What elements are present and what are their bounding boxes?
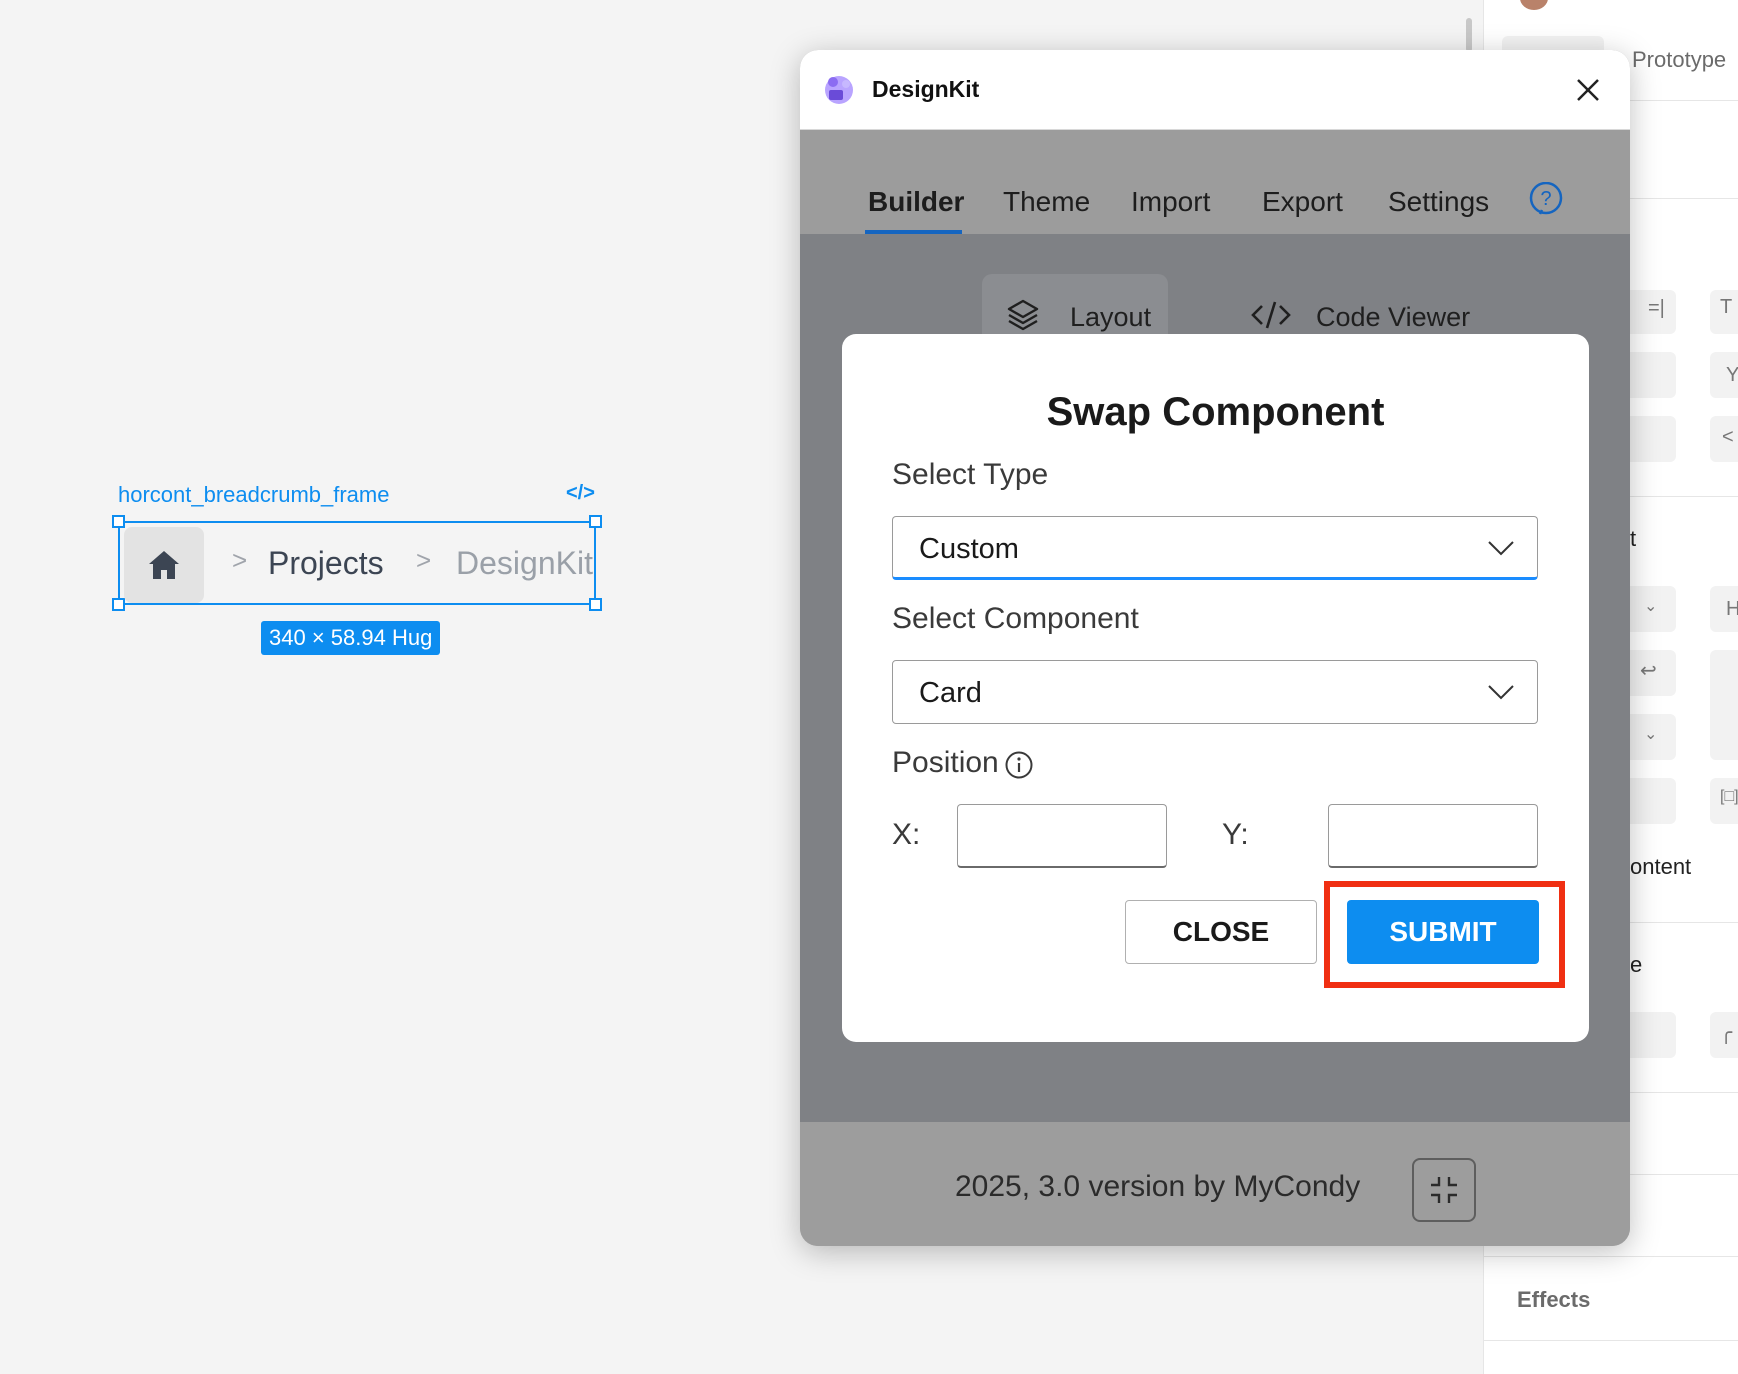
size-badge: 340 × 58.94 Hug — [261, 621, 441, 655]
gap-field[interactable] — [1710, 650, 1738, 760]
designkit-logo-icon — [825, 76, 853, 104]
wrap-icon: ↩ — [1640, 660, 1657, 682]
tab-import[interactable]: Import — [1131, 186, 1210, 218]
code-icon[interactable]: </> — [566, 482, 595, 505]
breadcrumb-item-projects[interactable]: Projects — [268, 545, 384, 582]
subtab-code-viewer-label[interactable]: Code Viewer — [1316, 302, 1470, 333]
select-type-label: Select Type — [892, 458, 1049, 491]
field-y-label: Y — [1726, 364, 1738, 386]
gap-chevron-icon: ⌄ — [1644, 726, 1658, 743]
close-button[interactable]: CLOSE — [1125, 900, 1317, 964]
tab-theme[interactable]: Theme — [1003, 186, 1090, 218]
tab-export[interactable]: Export — [1262, 186, 1343, 218]
select-type-dropdown[interactable]: Custom — [892, 516, 1538, 580]
avatar[interactable] — [1520, 0, 1548, 10]
height-label: H — [1726, 598, 1738, 620]
padding-icon: [□] — [1720, 788, 1738, 805]
breadcrumb-home[interactable] — [124, 527, 204, 603]
selection-label[interactable]: horcont_breadcrumb_frame — [118, 482, 389, 508]
close-icon[interactable] — [1570, 72, 1606, 108]
section-title-partial: t — [1630, 526, 1637, 551]
y-input[interactable] — [1328, 804, 1538, 868]
y-label: Y: — [1222, 818, 1249, 851]
x-label: X: — [892, 818, 921, 851]
align-top-icon: T — [1720, 296, 1733, 318]
select-type-value: Custom — [919, 533, 1019, 565]
plugin-title: DesignKit — [872, 76, 980, 102]
tab-builder[interactable]: Builder — [868, 186, 964, 218]
chevron-down-icon — [1488, 685, 1514, 700]
breadcrumb-frame[interactable]: > Projects > DesignKit — [112, 515, 602, 611]
plugin-tabbar: Builder Theme Import Export Settings ? — [800, 130, 1630, 234]
effects-section-title: Effects — [1517, 1287, 1591, 1312]
footer-version-text: 2025, 3.0 version by MyCondy — [955, 1170, 1361, 1203]
x-input[interactable] — [957, 804, 1167, 868]
tab-settings[interactable]: Settings — [1388, 186, 1489, 218]
submit-highlight-box — [1324, 881, 1565, 988]
rotation-icon: < — [1722, 426, 1734, 448]
resize-handle-br[interactable] — [589, 598, 602, 611]
chevron-down-icon — [1488, 541, 1514, 556]
collapse-icon — [1431, 1177, 1457, 1203]
align-right-icon: =| — [1648, 297, 1665, 319]
breadcrumb-item-designkit[interactable]: DesignKit — [456, 545, 593, 582]
modal-title: Swap Component — [1046, 390, 1385, 434]
resize-handle-bl[interactable] — [112, 598, 125, 611]
tab-prototype[interactable]: Prototype — [1632, 47, 1726, 73]
position-label: Position — [892, 746, 999, 779]
breadcrumb-separator: > — [416, 545, 432, 575]
info-icon[interactable] — [1004, 750, 1034, 780]
plugin-footer: 2025, 3.0 version by MyCondy — [800, 1122, 1630, 1246]
scrollbar[interactable] — [1466, 18, 1472, 52]
subtab-layout-label: Layout — [1070, 302, 1152, 332]
clip-content-label: ontent — [1630, 854, 1692, 879]
corner-radius-icon: ╭ — [1720, 1022, 1733, 1044]
breadcrumb-separator: > — [232, 545, 248, 575]
resize-handle-tr[interactable] — [589, 515, 602, 528]
select-component-label: Select Component — [892, 602, 1139, 635]
plugin-titlebar: DesignKit — [800, 50, 1630, 130]
select-component-dropdown[interactable]: Card — [892, 660, 1538, 724]
help-icon[interactable]: ? — [1528, 182, 1564, 218]
layers-icon — [1007, 299, 1039, 331]
collapse-button[interactable] — [1412, 1158, 1476, 1222]
width-chevron-icon: ⌄ — [1644, 598, 1658, 615]
home-icon — [149, 551, 179, 579]
svg-text:?: ? — [1540, 188, 1551, 210]
code-viewer-icon[interactable] — [1250, 298, 1292, 332]
resize-handle-tl[interactable] — [112, 515, 125, 528]
select-component-value: Card — [919, 677, 982, 709]
appearance-title-partial: e — [1630, 952, 1643, 977]
